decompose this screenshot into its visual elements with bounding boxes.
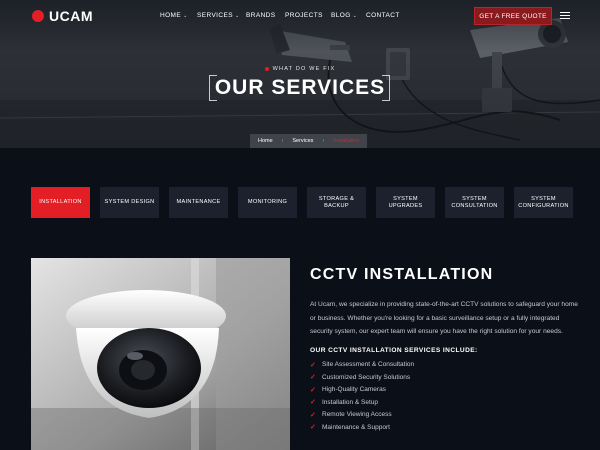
logo-mark-icon — [32, 10, 44, 22]
breadcrumb-current: Installation — [333, 138, 360, 144]
menu-item-contact[interactable]: CONTACT — [366, 12, 400, 19]
list-item-text: Customized Security Solutions — [322, 373, 411, 381]
list-item: ✓ Customized Security Solutions — [310, 371, 580, 384]
check-icon: ✓ — [310, 399, 316, 407]
get-quote-button[interactable]: GET A FREE QUOTE — [474, 7, 552, 25]
tab-system-design[interactable]: SYSTEM DESIGN — [100, 187, 159, 218]
list-item: ✓ High-Quality Cameras — [310, 384, 580, 397]
check-icon: ✓ — [310, 374, 316, 382]
menu-item-brands[interactable]: BRANDS — [246, 12, 285, 19]
top-navigation: UCAM HOME ⌄ SERVICES ⌄ BRANDS PROJECTS B… — [0, 0, 600, 32]
cctv-camera-image — [31, 258, 290, 450]
tab-monitoring[interactable]: MONITORING — [238, 187, 297, 218]
menu-item-projects[interactable]: PROJECTS — [285, 12, 331, 19]
list-item: ✓ Remote Viewing Access — [310, 409, 580, 422]
tab-storage-backup[interactable]: STORAGE & BACKUP — [307, 187, 366, 218]
check-icon: ✓ — [310, 424, 316, 432]
main-menu: HOME ⌄ SERVICES ⌄ BRANDS PROJECTS BLOG ⌄… — [160, 12, 400, 19]
chevron-down-icon: ⌄ — [234, 12, 240, 19]
section-title: CCTV INSTALLATION — [310, 266, 494, 283]
menu-item-blog[interactable]: BLOG ⌄ — [331, 12, 366, 19]
tab-maintenance[interactable]: MAINTENANCE — [169, 187, 228, 218]
breadcrumb-separator-icon: › — [322, 138, 325, 144]
logo-text: UCAM — [49, 8, 93, 24]
service-tabs: INSTALLATION SYSTEM DESIGN MAINTENANCE M… — [31, 187, 573, 218]
tab-system-configuration[interactable]: SYSTEM CONFIGURATION — [514, 187, 573, 218]
check-icon: ✓ — [310, 411, 316, 419]
menu-label: PROJECTS — [285, 12, 323, 19]
menu-item-home[interactable]: HOME ⌄ — [160, 12, 197, 19]
chevron-down-icon: ⌄ — [352, 12, 358, 19]
hero-eyebrow: WHAT DO WE FIX — [0, 66, 600, 72]
title-bracket-right — [382, 75, 390, 101]
list-item: ✓ Maintenance & Support — [310, 421, 580, 434]
list-item-text: Maintenance & Support — [322, 423, 390, 431]
list-item-text: High-Quality Cameras — [322, 386, 386, 394]
menu-label: HOME — [160, 12, 182, 19]
menu-label: BRANDS — [246, 12, 276, 19]
menu-label: SERVICES — [197, 12, 233, 19]
service-content: CCTV INSTALLATION At Ucam, we specialize… — [310, 266, 580, 434]
menu-label: CONTACT — [366, 12, 400, 19]
tab-system-upgrades[interactable]: SYSTEM UPGRADES — [376, 187, 435, 218]
tab-installation[interactable]: INSTALLATION — [31, 187, 90, 218]
list-item-text: Site Assessment & Consultation — [322, 361, 415, 369]
services-subheading: OUR CCTV INSTALLATION SERVICES INCLUDE: — [310, 346, 478, 354]
hamburger-menu-icon[interactable] — [560, 12, 570, 20]
menu-item-services[interactable]: SERVICES ⌄ — [197, 12, 246, 19]
tab-system-consultation[interactable]: SYSTEM CONSULTATION — [445, 187, 504, 218]
list-item: ✓ Installation & Setup — [310, 396, 580, 409]
red-dot-icon — [264, 66, 269, 71]
menu-label: BLOG — [331, 12, 351, 19]
list-item: ✓ Site Assessment & Consultation — [310, 359, 580, 372]
list-item-text: Installation & Setup — [322, 398, 379, 406]
breadcrumb-services[interactable]: Services — [292, 138, 313, 144]
services-list: ✓ Site Assessment & Consultation ✓ Customi… — [310, 359, 580, 434]
breadcrumb-separator-icon: › — [281, 138, 284, 144]
breadcrumb: Home › Services › Installation — [250, 134, 368, 148]
service-description: At Ucam, we specialize in providing stat… — [310, 301, 578, 335]
check-icon: ✓ — [310, 386, 316, 394]
eyebrow-text: WHAT DO WE FIX — [272, 66, 336, 72]
list-item-text: Remote Viewing Access — [322, 411, 392, 419]
logo[interactable]: UCAM — [32, 8, 93, 24]
check-icon: ✓ — [310, 361, 316, 369]
chevron-down-icon: ⌄ — [183, 12, 188, 19]
breadcrumb-home[interactable]: Home — [258, 138, 273, 144]
dome-camera-icon — [31, 258, 290, 450]
page-title: OUR SERVICES — [214, 76, 386, 99]
